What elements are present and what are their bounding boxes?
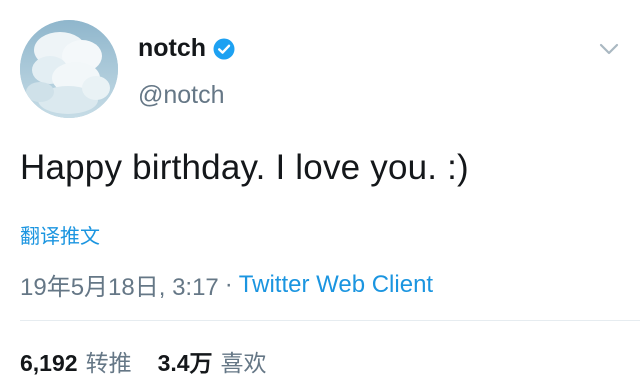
tweet-text: Happy birthday. I love you. :)	[20, 148, 469, 187]
chevron-down-icon[interactable]	[596, 38, 622, 60]
divider	[20, 320, 640, 321]
retweets-stat[interactable]: 6,192 转推	[20, 344, 132, 378]
tweet-metadata: 19年5月18日, 3:17 · Twitter Web Client	[20, 267, 433, 302]
client-link[interactable]: Twitter Web Client	[239, 271, 433, 299]
likes-label: 喜欢	[220, 350, 267, 376]
verified-badge-icon	[213, 38, 235, 60]
likes-count: 3.4万	[157, 350, 213, 376]
tweet-card: notch @notch Happy birthday. I love you.…	[0, 0, 640, 381]
display-name[interactable]: notch	[138, 34, 235, 63]
avatar[interactable]	[20, 20, 118, 118]
avatar-cloud-image	[20, 20, 118, 118]
retweets-label: 转推	[85, 350, 132, 376]
display-name-text[interactable]: notch	[138, 34, 206, 63]
likes-stat[interactable]: 3.4万 喜欢	[158, 344, 267, 378]
translate-tweet-link[interactable]: 翻译推文	[20, 220, 100, 249]
engagement-stats: 6,192 转推 3.4万 喜欢	[20, 344, 267, 378]
meta-separator: ·	[224, 270, 233, 298]
retweets-count: 6,192	[20, 350, 78, 376]
user-handle[interactable]: @notch	[138, 81, 225, 110]
timestamp[interactable]: 19年5月18日, 3:17	[20, 267, 219, 302]
